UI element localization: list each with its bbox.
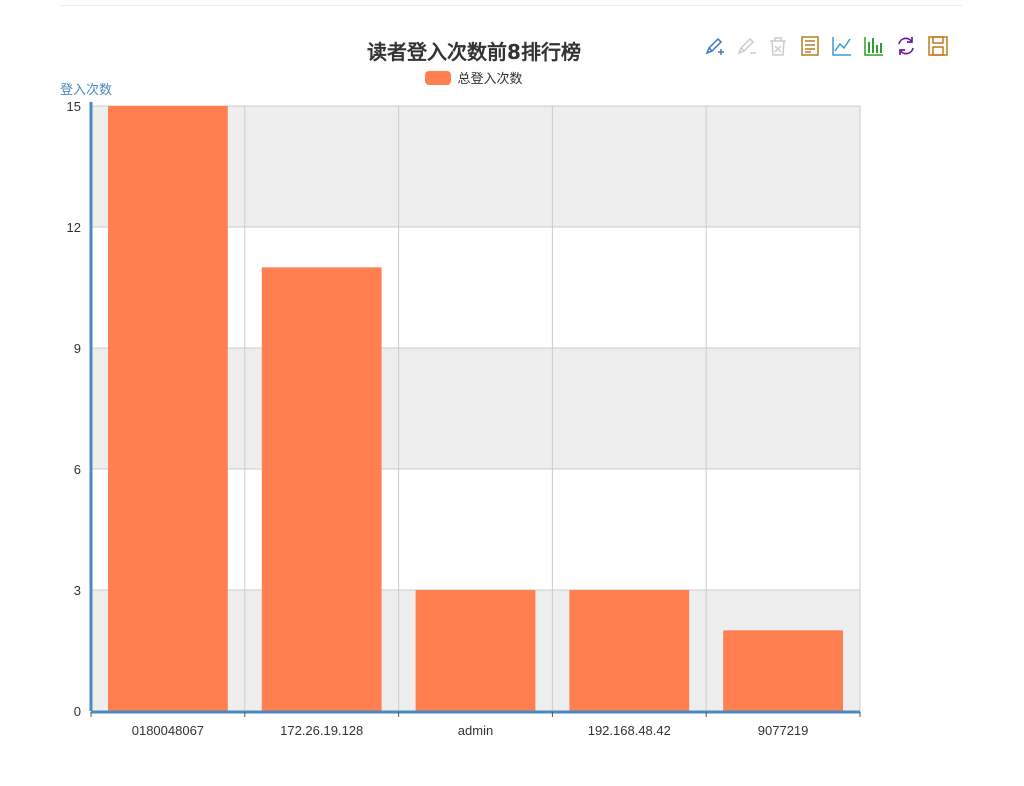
y-tick-label: 0 xyxy=(74,704,81,719)
bar-chart: 0 3 6 9 12 15 0180048067 172.26.19.128 admin 192.… xyxy=(60,82,861,738)
bar-9077219[interactable] xyxy=(723,630,843,711)
y-tick-label: 3 xyxy=(74,583,81,598)
x-tick-label: 192.168.48.42 xyxy=(588,723,671,738)
y-axis-label: 登入次数 xyxy=(60,82,112,98)
bar-admin[interactable] xyxy=(415,590,536,711)
x-tick-label: admin xyxy=(458,723,493,738)
bar-172.26.19.128[interactable] xyxy=(261,267,382,711)
y-tick-label: 6 xyxy=(74,462,81,477)
x-tick-label: 172.26.19.128 xyxy=(280,723,363,738)
y-tick-label: 15 xyxy=(67,99,81,114)
x-tick-label: 9077219 xyxy=(758,723,809,738)
y-tick-label: 9 xyxy=(74,341,81,356)
y-tick-label: 12 xyxy=(67,220,81,235)
bar-192.168.48.42[interactable] xyxy=(569,590,690,711)
x-tick-label: 0180048067 xyxy=(132,723,204,738)
bar-0180048067[interactable] xyxy=(108,106,228,711)
